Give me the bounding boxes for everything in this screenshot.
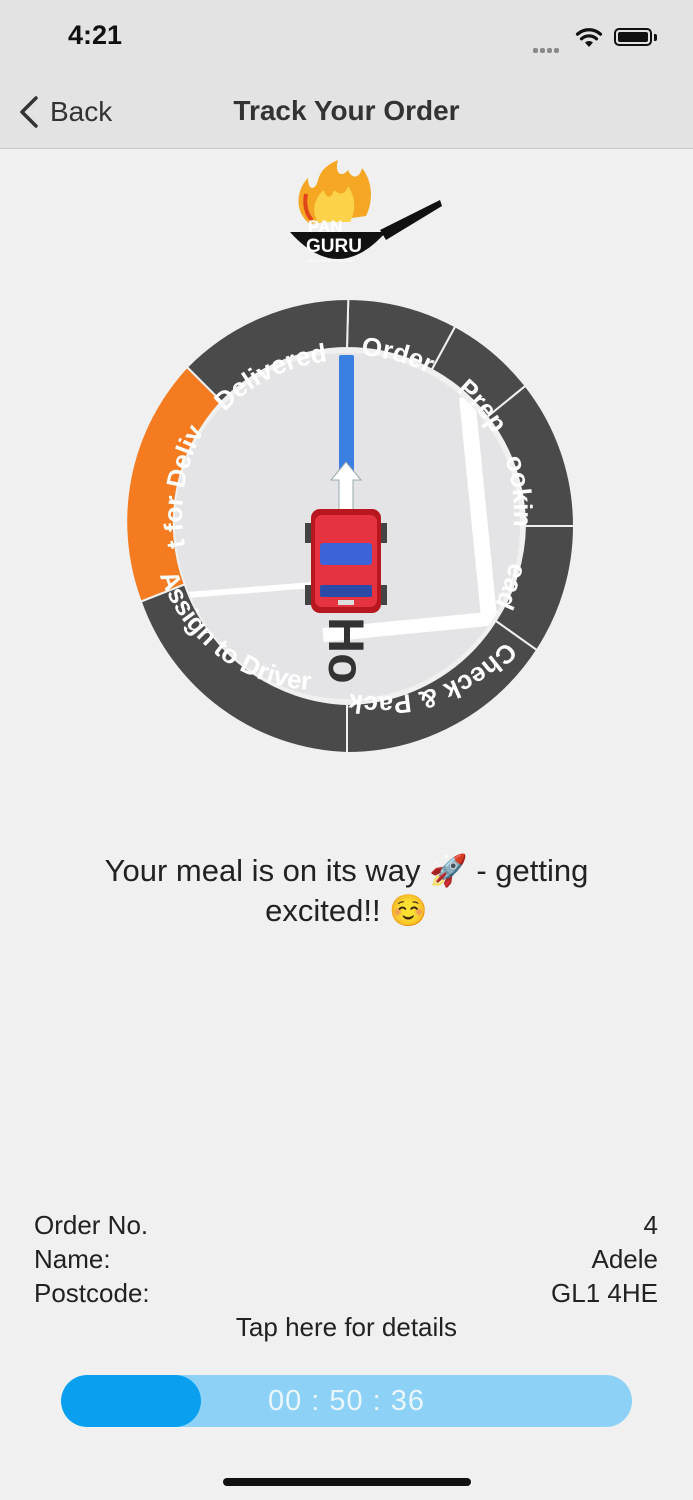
map-road-label: Ho <box>318 617 374 684</box>
countdown-time: 00 : 50 : 36 <box>267 1385 426 1417</box>
order-details: Order No. 4 Name: Adele Postcode: GL1 4H… <box>34 1208 658 1310</box>
order-number-row: Order No. 4 <box>34 1208 658 1242</box>
navigation-bar: Back Track Your Order <box>0 75 693 149</box>
status-message: Your meal is on its way 🚀 - getting exci… <box>104 853 589 928</box>
order-tracker-ring: Ho Order Prep Cooking Ready Check & Pack… <box>117 297 576 755</box>
battery-icon <box>614 28 652 46</box>
status-time: 4:21 <box>68 20 123 50</box>
order-number-label: Order No. <box>34 1210 149 1240</box>
route-line <box>339 355 354 475</box>
pan-guru-logo: PAN GURU PAN ASIAN RESTAURANT <box>290 160 442 263</box>
wifi-icon <box>575 28 603 47</box>
battery-nub <box>654 34 657 41</box>
postcode-label: Postcode: <box>34 1278 150 1308</box>
delivery-car-icon <box>305 509 387 613</box>
customer-name-label: Name: <box>34 1244 111 1274</box>
logo-text-line2: GURU <box>306 236 362 257</box>
status-bar: 4:21 <box>0 0 693 75</box>
postcode-row: Postcode: GL1 4HE <box>34 1276 658 1310</box>
order-number-value: 4 <box>643 1210 658 1240</box>
details-link[interactable]: Tap here for details <box>0 1312 693 1343</box>
countdown-timer-bar: 00 : 50 : 36 <box>61 1375 632 1427</box>
logo-tagline: PAN ASIAN RESTAURANT <box>306 258 355 263</box>
postcode-value: GL1 4HE <box>551 1278 658 1308</box>
customer-name-row: Name: Adele <box>34 1242 658 1276</box>
logo-text-line1: PAN <box>308 217 343 236</box>
customer-name-value: Adele <box>591 1244 659 1274</box>
cellular-signal-icon <box>533 40 561 58</box>
page-title: Track Your Order <box>233 95 460 126</box>
home-indicator <box>223 1478 471 1486</box>
